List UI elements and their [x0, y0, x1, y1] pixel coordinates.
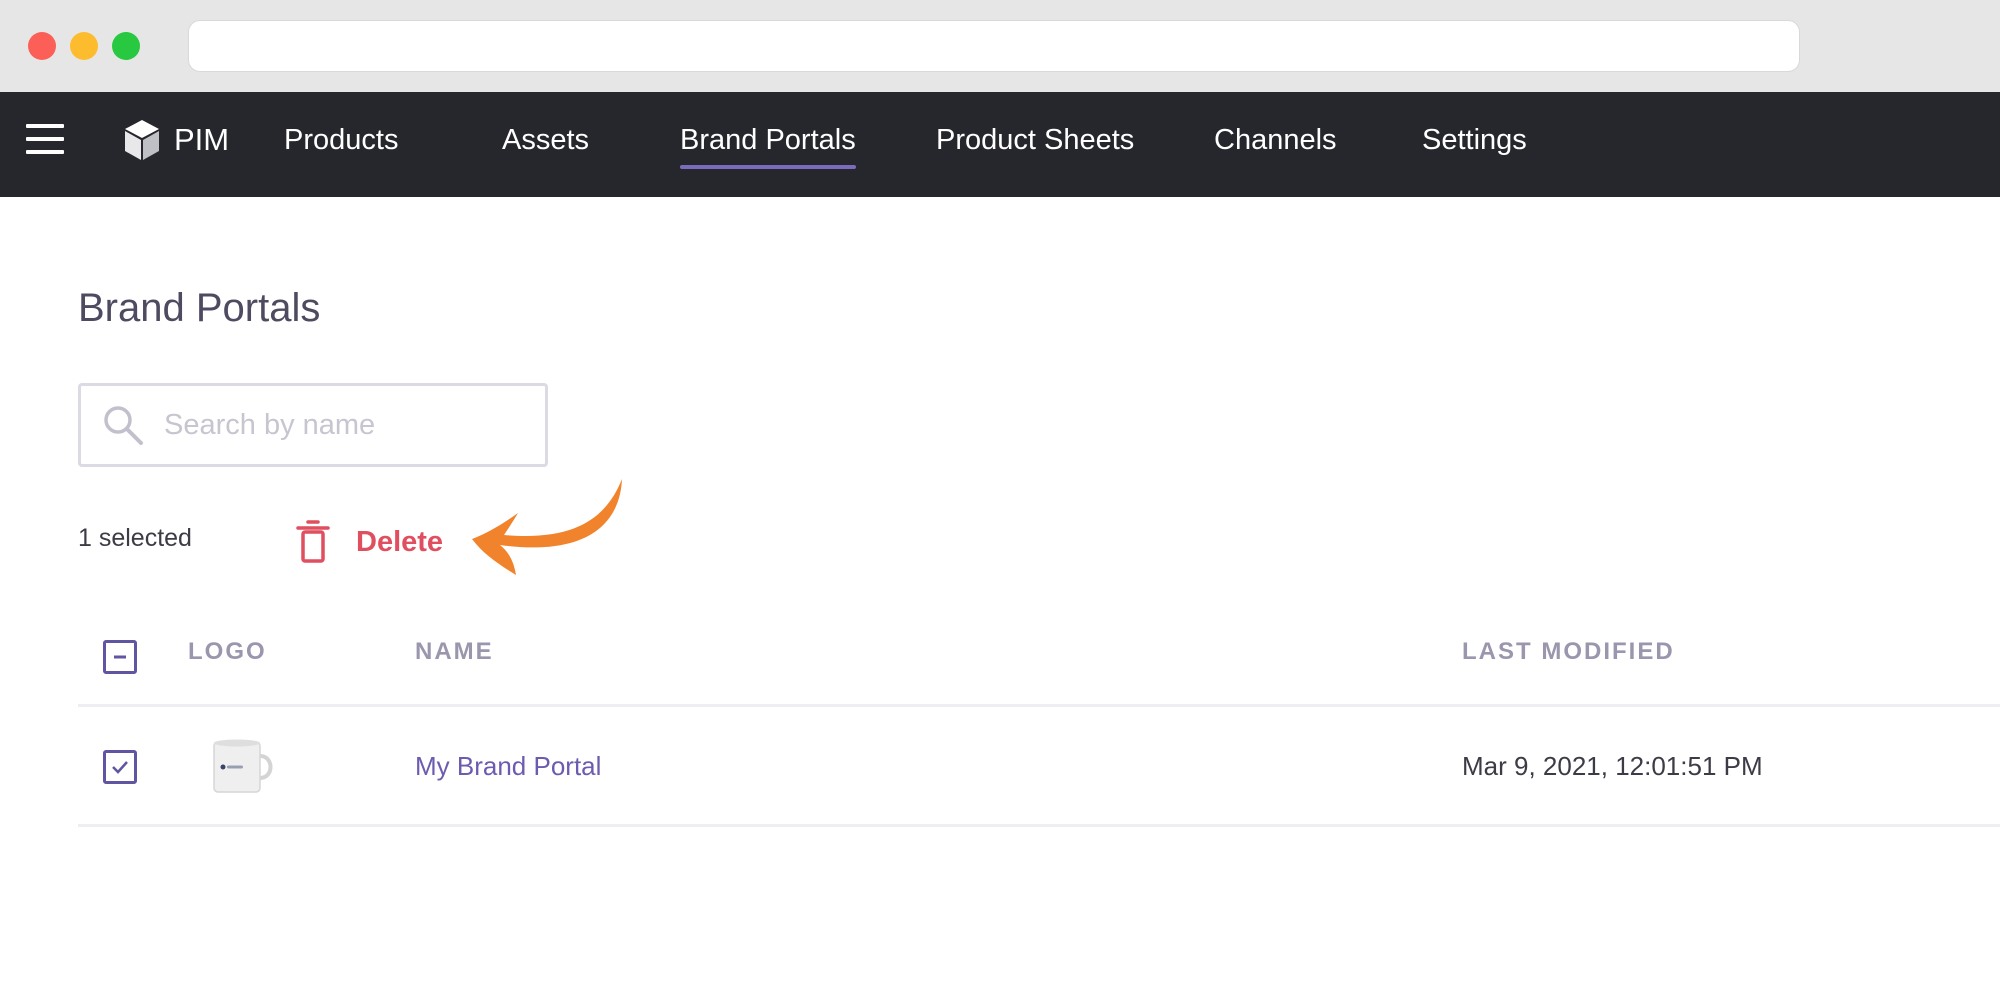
nav-item-product-sheets[interactable]: Product Sheets	[936, 121, 1134, 159]
brand-portal-logo	[213, 739, 273, 793]
selection-count: 1 selected	[78, 524, 192, 552]
nav-item-brand-portals[interactable]: Brand Portals	[680, 121, 856, 169]
brand-portal-name-link[interactable]: My Brand Portal	[415, 748, 601, 784]
column-header-last-modified[interactable]: LAST MODIFIED	[1462, 636, 1675, 668]
app-brand[interactable]: PIM	[174, 121, 229, 159]
page-title: Brand Portals	[78, 286, 321, 330]
search-input[interactable]	[164, 398, 534, 452]
delete-button[interactable]: Delete	[356, 522, 443, 562]
nav-item-settings[interactable]: Settings	[1422, 121, 1527, 159]
nav-item-products[interactable]: Products	[284, 121, 398, 159]
cube-icon	[125, 120, 159, 160]
window-minimize-button[interactable]	[70, 32, 98, 60]
trash-icon[interactable]	[296, 520, 330, 564]
window-maximize-button[interactable]	[112, 32, 140, 60]
column-header-logo[interactable]: LOGO	[188, 636, 267, 668]
window-close-button[interactable]	[28, 32, 56, 60]
nav-item-channels[interactable]: Channels	[1214, 121, 1337, 159]
nav-item-assets[interactable]: Assets	[502, 121, 589, 159]
checkbox-indeterminate-icon	[114, 655, 126, 659]
search-icon	[104, 406, 143, 445]
table-row-divider	[78, 824, 2000, 827]
column-header-name[interactable]: NAME	[415, 636, 494, 668]
checkbox-checked-icon	[112, 761, 128, 774]
annotation-arrow-icon	[472, 479, 622, 575]
select-all-checkbox[interactable]	[103, 640, 137, 674]
address-bar[interactable]	[188, 20, 1800, 72]
row-checkbox[interactable]	[103, 750, 137, 784]
last-modified-cell: Mar 9, 2021, 12:01:51 PM	[1462, 751, 1763, 781]
table-divider	[78, 704, 2000, 707]
hamburger-icon[interactable]	[26, 124, 64, 154]
